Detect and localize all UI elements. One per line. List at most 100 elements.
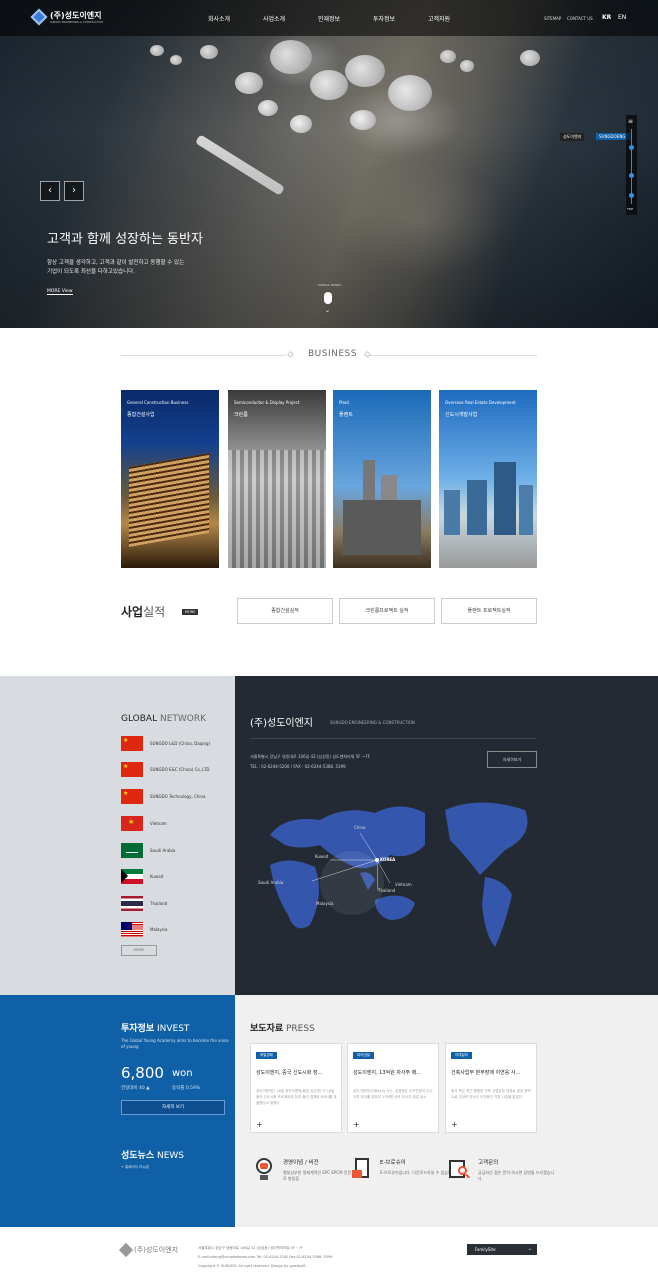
press-badge: 매일경제 (256, 1052, 277, 1059)
plus-icon[interactable]: + (256, 1120, 263, 1129)
press-badge: 이데일리 (451, 1052, 472, 1059)
card-image-skyscraper (467, 480, 487, 535)
card-en-label: Plant (339, 400, 350, 405)
press-card-1[interactable]: 매일경제 성도이엔지, 중국 신도시화 장... 성도이엔지는 18일 성도이엔… (250, 1043, 342, 1133)
card-ko-label: 플랜트 (339, 412, 353, 418)
side-nav-dot[interactable] (629, 173, 634, 178)
network-item-4[interactable]: Vietnam (150, 821, 167, 826)
card-image-skyscraper (519, 485, 533, 535)
footer-copyright: Copyright © SUNGDO. All right reserved. … (198, 1264, 306, 1268)
business-card-newtown[interactable]: Overseas Real Estate Development 신도시개발사업 (439, 390, 537, 568)
company-name: (주)성도이엔지 (250, 718, 314, 729)
map-label-malaysia: Malaysia (316, 901, 334, 906)
performance-plant-button[interactable]: 플랜트 프로젝트실적 (441, 598, 537, 624)
hero-banner: (주)성도이엔지 SUNGDO ENGINEERING & CONSTRUCTI… (0, 0, 658, 328)
footer-address: 서울특별시 강남구 영동대로 106길 42 (삼성동) 성도벤처타워 5F ~… (198, 1246, 304, 1250)
chevron-down-icon: ⌄ (325, 307, 331, 314)
logo[interactable]: (주)성도이엔지 SUNGDO ENGINEERING & CONSTRUCTI… (30, 8, 103, 26)
quick-link-inquiry[interactable]: 고객문의 (478, 1158, 498, 1166)
press-card-title: 성도이엔지, 중국 신도시화 장... (256, 1070, 323, 1076)
footer-contact: E-mail:sdeng@sungdokorea.com Tel: 02-624… (198, 1255, 333, 1259)
network-item-5[interactable]: Saudi Arabia (150, 848, 175, 853)
next-slide-button[interactable]: › (64, 181, 84, 201)
network-item-2[interactable]: SUNGDO E&C (China) Co.,LTD (150, 767, 210, 772)
invest-detail-button[interactable]: 자세히 보기 (121, 1100, 225, 1115)
news-link[interactable]: + 홍페이지 리뉴얼 (121, 1165, 149, 1170)
card-image-pipes (228, 450, 326, 568)
press-card-title: 건축사업부 본부장에 이연웅 사... (451, 1070, 521, 1076)
mouse-icon[interactable] (324, 292, 332, 304)
card-image-plant-base (343, 500, 421, 555)
top-button[interactable]: TOP (627, 207, 633, 211)
nav-item-company[interactable]: 회사소개 (208, 14, 230, 23)
network-item-7[interactable]: Thailand (150, 901, 167, 906)
invest-title: 투자정보 INVEST (121, 1021, 189, 1034)
brochure-icon[interactable] (352, 1158, 372, 1182)
lang-en[interactable]: EN (618, 14, 626, 21)
card-en-label: Semiconductor & Display Project (234, 400, 300, 405)
card-ko-label: 신도시개발사업 (445, 412, 478, 418)
map-label-vietnam: Vietnam (395, 882, 412, 887)
hero-desc-line2: 기업이 되도록 최선을 다하고있습니다. (47, 269, 135, 275)
network-item-8[interactable]: Malaysia (150, 927, 167, 932)
news-title-bold: 성도뉴스 (121, 1151, 155, 1161)
inquiry-search-icon[interactable] (449, 1158, 470, 1182)
business-card-plant[interactable]: Plant 플랜트 (333, 390, 431, 568)
company-name-en: SUNGDO ENGINEERING & CONSTRUCTION (330, 720, 415, 725)
menu-icon[interactable]: ≡ (628, 118, 633, 125)
plus-icon[interactable]: + (451, 1120, 458, 1129)
press-card-2[interactable]: 파이낸셜 성도이엔지, 13억원 자사주 매... 성도이엔지(036540) … (347, 1043, 439, 1133)
plus-icon[interactable]: + (353, 1120, 360, 1129)
flag-kuwait-icon (121, 869, 143, 884)
business-card-cleanroom[interactable]: Semiconductor & Display Project 크린룸 (228, 390, 326, 568)
flag-thailand-icon (121, 896, 143, 911)
quick-link-vision[interactable]: 경영이념 / 비전 (283, 1158, 319, 1166)
network-item-3[interactable]: SUNGDO Technology, China (150, 794, 205, 799)
flag-malaysia-icon (121, 922, 143, 937)
prev-slide-button[interactable]: ‹ (40, 181, 60, 201)
logo-subtext: SUNGDO ENGINEERING & CONSTRUCTION (50, 21, 103, 24)
flag-vietnam-icon: ★ (121, 816, 143, 831)
business-card-construction[interactable]: General Construction Business 종합건설사업 (121, 390, 219, 568)
company-divider (250, 738, 537, 739)
family-site-select[interactable]: FamilySite ⌄ (467, 1244, 537, 1255)
contact-link[interactable]: CONTACT US (567, 16, 593, 21)
network-item-6[interactable]: Kuwait (150, 874, 163, 879)
lightbulb-icon[interactable] (254, 1158, 274, 1182)
map-label-thailand: Thailand (377, 888, 396, 893)
logo-diamond-icon (30, 8, 48, 26)
company-detail-button[interactable]: 자세히보기 (487, 751, 537, 768)
performance-construction-button[interactable]: 종합건설실적 (237, 598, 333, 624)
nav-item-support[interactable]: 고객지원 (428, 14, 450, 23)
lang-kr[interactable]: KR (602, 14, 611, 21)
flag-china-icon: ★ (121, 762, 143, 777)
press-title: 보도자료 PRESS (250, 1021, 315, 1034)
nav-item-business[interactable]: 사업소개 (263, 14, 285, 23)
network-more-button[interactable]: MORE (121, 945, 157, 956)
quick-link-brochure[interactable]: E-브로슈어 (380, 1158, 406, 1166)
card-image-building (129, 452, 209, 548)
performance-title: 사업실적 (121, 603, 165, 620)
map-australia (375, 895, 415, 920)
press-card-title: 성도이엔지, 13억원 자사주 매... (353, 1070, 422, 1076)
card-ko-label: 크린룸 (234, 412, 248, 418)
stock-change: 전일대비 40 ▲ (121, 1086, 150, 1091)
side-nav-dot[interactable] (629, 145, 634, 150)
performance-cleanroom-button[interactable]: 크린룸프로젝트 실적 (339, 598, 435, 624)
map-north-america (445, 802, 528, 875)
press-card-3[interactable]: 이데일리 건축사업부 본부장에 이연웅 사... 회사 측은 최근 종합한 건축… (445, 1043, 537, 1133)
performance-more-button[interactable]: MORE (182, 609, 199, 615)
side-tag-company[interactable]: 성도이엔지 (560, 133, 585, 141)
sitemap-link[interactable]: SITEMAP (544, 16, 561, 21)
side-nav-dot[interactable] (629, 193, 634, 198)
news-title: 성도뉴스 NEWS (121, 1148, 184, 1161)
hero-more-link[interactable]: MORE View (47, 289, 73, 295)
nav-item-invest[interactable]: 투자정보 (373, 14, 395, 23)
flag-china-icon: ★ (121, 789, 143, 804)
nav-item-recruit[interactable]: 인재정보 (318, 14, 340, 23)
map-marker-korea[interactable] (375, 858, 379, 862)
network-item-1[interactable]: SUNGDO L&D (China, Daqing) (150, 741, 210, 746)
press-card-body: 회사 측은 최근 종합한 건축 사업본부 대표로 성장 동력으로 인당의 자산수… (451, 1089, 531, 1099)
quick-desc-vision: 행실상부한 명제계적인 EPC EPCM 전문기업으로 발돋움 (283, 1170, 363, 1181)
hero-desc-line1: 항상 고객을 생각하고, 고객과 같이 발전하고 동행할 수 있는 (47, 260, 185, 266)
